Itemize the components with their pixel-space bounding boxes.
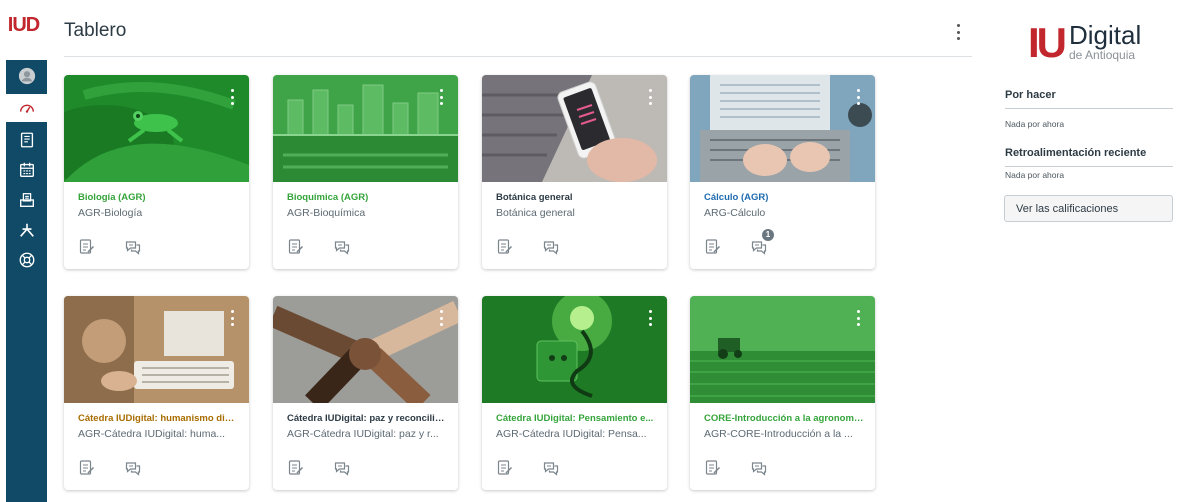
assignments-icon[interactable] xyxy=(496,238,514,256)
assignments-icon[interactable] xyxy=(496,459,514,477)
hands-image xyxy=(273,296,458,403)
discussions-icon[interactable] xyxy=(333,459,351,477)
card-title[interactable]: Cátedra IUDigital: Pensamiento e... xyxy=(496,413,656,424)
card-title[interactable]: Cátedra IUDigital: paz y reconcilia... xyxy=(287,413,447,424)
course-card-image[interactable] xyxy=(64,296,249,403)
calendar-icon xyxy=(19,162,34,177)
course-card-image[interactable] xyxy=(690,75,875,182)
card-title[interactable]: Biología (AGR) xyxy=(78,192,238,203)
discussions-icon[interactable] xyxy=(124,459,142,477)
card-subtitle: AGR-Cátedra IUDigital: Pensa... xyxy=(496,428,647,440)
feedback-divider xyxy=(1005,166,1173,167)
course-card[interactable]: Bioquímica (AGR) AGR-Bioquímica xyxy=(273,75,458,269)
card-title[interactable]: Botánica general xyxy=(496,192,656,203)
account-icon xyxy=(18,67,35,85)
course-card[interactable]: Botánica general Botánica general xyxy=(482,75,667,269)
discussions-icon[interactable]: 1 xyxy=(750,229,774,256)
page-title: Tablero xyxy=(64,20,127,41)
brand-iu: IU xyxy=(1028,19,1067,66)
card-title[interactable]: CORE-Introducción a la agronomí... xyxy=(704,413,864,424)
brand-digital: Digital xyxy=(1069,20,1142,50)
discussions-icon[interactable] xyxy=(124,238,142,256)
feedback-heading: Retroalimentación reciente xyxy=(1005,147,1147,159)
card-subtitle: AGR-CORE-Introducción a la ... xyxy=(704,428,853,440)
phone-image xyxy=(482,75,667,182)
nav-rail xyxy=(6,60,47,502)
card-subtitle: ARG-Cálculo xyxy=(704,207,766,219)
card-options-button[interactable] xyxy=(438,89,444,105)
course-card-image[interactable] xyxy=(690,296,875,403)
card-options-button[interactable] xyxy=(855,310,861,326)
discussions-icon[interactable] xyxy=(750,459,768,477)
card-subtitle: AGR-Biología xyxy=(78,207,143,219)
card-title[interactable]: Cátedra IUDigital: humanismo digi... xyxy=(78,413,238,424)
assignments-icon[interactable] xyxy=(78,459,96,477)
card-subtitle: AGR-Cátedra IUDigital: huma... xyxy=(78,428,226,440)
course-card-image[interactable] xyxy=(273,75,458,182)
course-card[interactable]: CORE-Introducción a la agronomí... AGR-C… xyxy=(690,296,875,490)
city-image xyxy=(273,75,458,182)
card-options-button[interactable] xyxy=(855,89,861,105)
laptop-image xyxy=(690,75,875,182)
course-card[interactable]: Cátedra IUDigital: Pensamiento e... AGR-… xyxy=(482,296,667,490)
discussions-icon[interactable] xyxy=(542,459,560,477)
nav-courses[interactable] xyxy=(6,126,47,154)
feedback-empty: Nada por ahora xyxy=(1005,170,1065,180)
assignments-icon[interactable] xyxy=(287,459,305,477)
card-title[interactable]: Bioquímica (AGR) xyxy=(287,192,447,203)
card-title[interactable]: Cálculo (AGR) xyxy=(704,192,864,203)
todo-heading: Por hacer xyxy=(1005,89,1056,101)
course-card-image[interactable] xyxy=(482,296,667,403)
view-grades-button[interactable]: Ver las calificaciones xyxy=(1004,195,1173,222)
tractor-image xyxy=(690,296,875,403)
course-card[interactable]: Cátedra IUDigital: paz y reconcilia... A… xyxy=(273,296,458,490)
course-card-image[interactable] xyxy=(273,296,458,403)
discussions-icon[interactable] xyxy=(542,238,560,256)
assignments-icon[interactable] xyxy=(704,238,722,256)
commons-icon xyxy=(19,223,34,237)
keyboard-image xyxy=(64,296,249,403)
header-divider xyxy=(64,56,972,57)
nav-account[interactable] xyxy=(6,62,47,90)
courses-icon xyxy=(20,132,33,148)
nav-help[interactable] xyxy=(6,246,47,274)
nav-calendar[interactable] xyxy=(6,156,47,184)
course-card[interactable]: Biología (AGR) AGR-Biología xyxy=(64,75,249,269)
dashboard-icon xyxy=(19,104,34,113)
card-options-button[interactable] xyxy=(647,310,653,326)
todo-divider xyxy=(1005,108,1173,109)
course-card-image[interactable] xyxy=(64,75,249,182)
dashboard-options-button[interactable] xyxy=(951,22,965,42)
card-subtitle: Botánica general xyxy=(496,207,575,219)
assignments-icon[interactable] xyxy=(704,459,722,477)
unread-badge: 1 xyxy=(762,229,774,241)
nav-inbox[interactable] xyxy=(6,186,47,214)
global-nav: IUD xyxy=(0,0,47,502)
todo-empty: Nada por ahora xyxy=(1005,119,1065,129)
card-options-button[interactable] xyxy=(229,310,235,326)
course-card[interactable]: Cátedra IUDigital: humanismo digi... AGR… xyxy=(64,296,249,490)
help-icon xyxy=(19,252,34,268)
course-card-image[interactable] xyxy=(482,75,667,182)
assignments-icon[interactable] xyxy=(78,238,96,256)
inbox-icon xyxy=(19,193,34,207)
card-options-button[interactable] xyxy=(647,89,653,105)
nav-logo[interactable]: IUD xyxy=(0,14,47,58)
brand-logo: IU Digital de Antioquia xyxy=(1028,18,1158,70)
discussions-icon[interactable] xyxy=(333,238,351,256)
plug-image xyxy=(482,296,667,403)
card-options-button[interactable] xyxy=(229,89,235,105)
brand-subtitle: de Antioquia xyxy=(1069,48,1136,62)
nav-dashboard[interactable] xyxy=(6,94,47,122)
card-options-button[interactable] xyxy=(438,310,444,326)
assignments-icon[interactable] xyxy=(287,238,305,256)
card-subtitle: AGR-Bioquímica xyxy=(287,207,366,219)
nav-commons[interactable] xyxy=(6,216,47,244)
course-card[interactable]: Cálculo (AGR) ARG-Cálculo 1 xyxy=(690,75,875,269)
card-subtitle: AGR-Cátedra IUDigital: paz y r... xyxy=(287,428,439,440)
frog-image xyxy=(64,75,249,182)
